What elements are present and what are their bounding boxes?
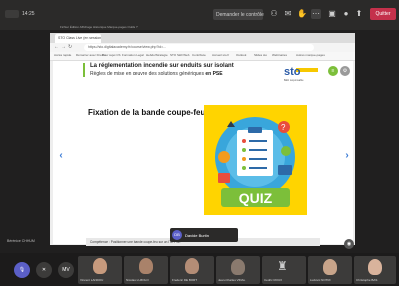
presenter-avatar: DB <box>172 230 182 240</box>
slide-subtitle: Règles de mise en œuvre des solutions gé… <box>90 71 223 77</box>
my-avatar[interactable]: MV <box>58 262 74 278</box>
next-slide-arrow[interactable]: › <box>343 150 351 162</box>
svg-text:?: ? <box>281 123 286 132</box>
timer: 14:25 <box>22 11 35 17</box>
pin-icon[interactable]: ◉ <box>344 239 354 249</box>
participant-video <box>139 258 153 274</box>
participant-name: Nicolas LUZOLO <box>126 278 149 282</box>
slide-heading: Fixation de la bande coupe-feu <box>88 108 206 117</box>
slide-settings-icon[interactable]: ⚙ <box>340 66 350 76</box>
quiz-label: QUIZ <box>239 190 273 206</box>
prev-slide-arrow[interactable]: ‹ <box>57 150 65 162</box>
bookmark-item[interactable]: STO Skill Web <box>170 53 189 57</box>
participant-tile[interactable]: Vincent LANDOU <box>78 256 122 284</box>
more-options-icon[interactable]: ⋯ <box>311 9 321 19</box>
share-screen-icon[interactable]: ⬆ <box>354 9 364 19</box>
reload-icon[interactable]: ↻ <box>68 44 72 50</box>
mic-icon[interactable]: ● <box>341 9 351 19</box>
browser-menu: Fichier Édition Affichage Historique Mar… <box>60 25 138 29</box>
slide-accent-bar <box>83 63 85 77</box>
close-icon[interactable]: ✕ <box>36 262 52 278</box>
address-bar[interactable]: https://sto.digitalacademy.fr/course/vie… <box>84 44 314 51</box>
participant-tile[interactable]: Frederic DE BORT <box>170 256 214 284</box>
sto-logo-tagline: Bâtir responsable <box>284 79 304 82</box>
bookmark-item[interactable]: Pour sujet CS <box>102 53 121 57</box>
participant-tile[interactable]: Nicolas LUZOLO <box>124 256 168 284</box>
quiz-graphic-icon: ? QUIZ <box>215 117 295 207</box>
back-icon[interactable]: ← <box>54 44 59 50</box>
browser-tab[interactable]: STO Class Live (en session) <box>55 34 101 43</box>
participant-name: Christophe BAS <box>356 278 378 282</box>
participant-tile[interactable]: Christophe BAS <box>354 256 396 284</box>
sto-logo: sto <box>284 66 301 78</box>
bookmark-item[interactable]: Contribute <box>192 53 206 57</box>
slide <box>53 61 353 244</box>
participant-name: Vincent LANDOU <box>80 278 104 282</box>
slide-menu-icon[interactable]: ≡ <box>328 66 338 76</box>
participant-tile[interactable]: Ludovic NOTRI <box>308 256 352 284</box>
slide-title: La réglementation incendie sur enduits s… <box>90 63 234 69</box>
screen-sharer-label: Bérénice CHHUM <box>7 239 35 243</box>
participant-video <box>323 259 337 275</box>
window-controls <box>5 10 19 18</box>
request-control-label: Demander le contrôle <box>216 12 264 18</box>
bookmark-item[interactable]: Slides sto <box>254 53 267 57</box>
bookmark-item[interactable]: Formation Legal <box>122 53 144 57</box>
forward-icon[interactable]: → <box>61 44 66 50</box>
subtitle-bold: en PSE <box>205 71 223 77</box>
presenter-name: Davide Burtin <box>185 233 210 238</box>
leave-meeting-button[interactable]: Quitter <box>370 8 396 20</box>
bookmark-item[interactable]: Hebdo/Stratégie <box>146 53 168 57</box>
participant-tile[interactable]: Jean-Charles VIDAL <box>216 256 260 284</box>
bookmark-item[interactable]: Outlook <box>236 53 246 57</box>
bookmark-item[interactable]: Webinaires <box>272 53 287 57</box>
participant-video <box>231 259 245 275</box>
mic-icon[interactable]: 🎙 <box>14 262 30 278</box>
camera-icon[interactable]: ▣ <box>327 9 337 19</box>
raise-hand-icon[interactable]: ✋ <box>297 9 307 19</box>
participant-video <box>368 259 382 275</box>
participant-name: Cedric ROUX <box>264 278 283 282</box>
bookmark-item[interactable]: Autres marque-pages <box>296 53 325 57</box>
participant-name: Frederic DE BORT <box>172 278 198 282</box>
participant-tile[interactable]: ♜ Cedric ROUX <box>262 256 306 284</box>
participant-name: Ludovic NOTRI <box>310 278 331 282</box>
participant-video <box>185 258 199 274</box>
bookmark-item[interactable]: Accueil sto.fr <box>212 53 229 57</box>
participant-video <box>93 258 107 274</box>
bookmark-item[interactable]: Accès rapide <box>54 53 71 57</box>
participant-name: Jean-Charles VIDAL <box>218 278 246 282</box>
people-icon[interactable]: ⚇ <box>269 9 279 19</box>
subtitle-prefix: Règles de mise en œuvre des solutions gé… <box>90 71 206 77</box>
chat-icon[interactable]: ✉ <box>283 9 293 19</box>
castle-avatar-icon: ♜ <box>277 259 288 273</box>
